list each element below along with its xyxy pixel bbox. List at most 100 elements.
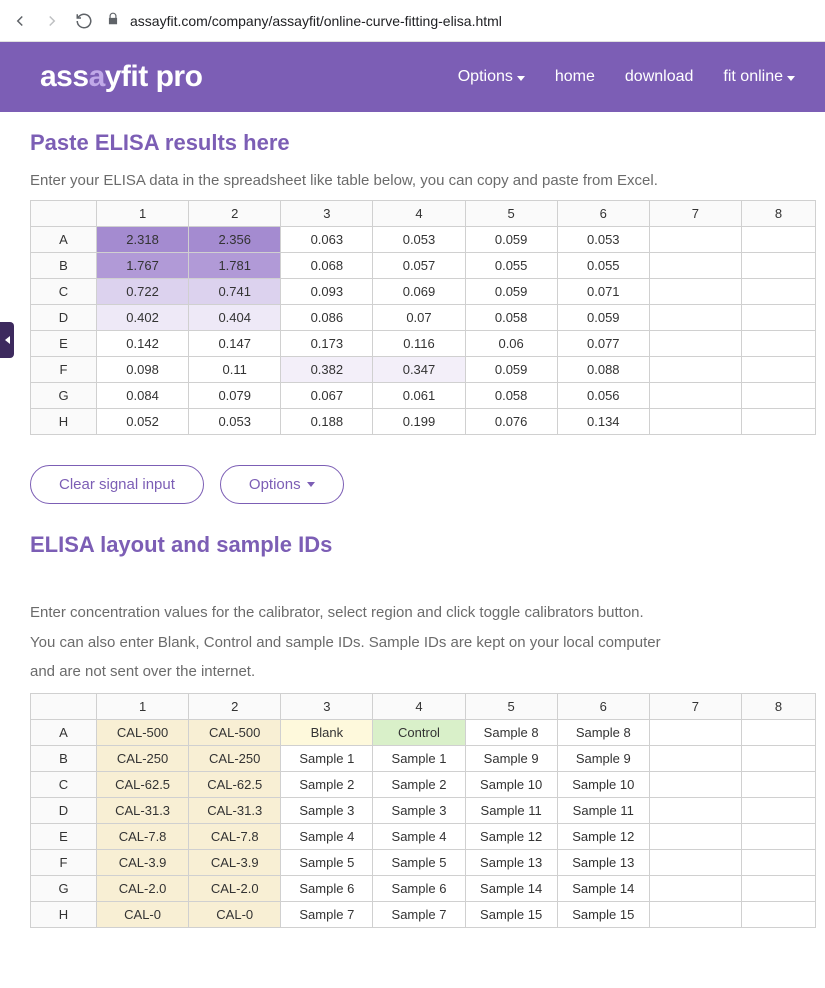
data-cell[interactable]: 0.116 [373,330,465,356]
layout-cell[interactable]: Sample 4 [281,824,373,850]
data-cell[interactable]: 0.063 [281,226,373,252]
layout-cell[interactable]: Sample 1 [373,746,465,772]
data-cell[interactable]: 0.134 [557,408,649,434]
col-header[interactable]: 2 [189,200,281,226]
layout-cell[interactable]: Control [373,720,465,746]
layout-cell[interactable]: Sample 9 [557,746,649,772]
data-cell[interactable]: 0.068 [281,252,373,278]
data-cell[interactable]: 0.077 [557,330,649,356]
data-cell[interactable]: 1.767 [97,252,189,278]
layout-cell[interactable] [649,772,741,798]
layout-cell[interactable]: Sample 5 [281,850,373,876]
row-header[interactable]: E [31,330,97,356]
layout-cell[interactable]: Sample 2 [373,772,465,798]
layout-cell[interactable] [649,798,741,824]
col-header[interactable]: 2 [189,694,281,720]
col-header[interactable]: 3 [281,694,373,720]
elisa-data-grid[interactable]: 12345678A2.3182.3560.0630.0530.0590.053B… [30,200,816,435]
col-header[interactable]: 8 [742,200,816,226]
col-header[interactable]: 3 [281,200,373,226]
data-cell[interactable] [742,408,816,434]
layout-cell[interactable]: CAL-0 [189,902,281,928]
layout-cell[interactable] [649,876,741,902]
data-cell[interactable]: 0.404 [189,304,281,330]
layout-cell[interactable]: CAL-0 [97,902,189,928]
data-cell[interactable]: 0.059 [465,226,557,252]
layout-cell[interactable] [649,850,741,876]
data-cell[interactable]: 0.142 [97,330,189,356]
nav-options[interactable]: Options [458,68,525,86]
back-button[interactable] [10,11,30,31]
col-header[interactable]: 5 [465,200,557,226]
options-button[interactable]: Options [220,465,344,504]
layout-cell[interactable]: Sample 1 [281,746,373,772]
col-header[interactable]: 7 [649,200,741,226]
nav-download[interactable]: download [625,68,694,86]
data-cell[interactable]: 0.07 [373,304,465,330]
row-header[interactable]: A [31,720,97,746]
layout-cell[interactable]: Sample 6 [281,876,373,902]
data-cell[interactable]: 0.088 [557,356,649,382]
row-header[interactable]: F [31,850,97,876]
col-header[interactable]: 6 [557,694,649,720]
layout-cell[interactable]: CAL-250 [97,746,189,772]
data-cell[interactable]: 0.188 [281,408,373,434]
col-header[interactable]: 5 [465,694,557,720]
data-cell[interactable]: 0.147 [189,330,281,356]
data-cell[interactable]: 1.781 [189,252,281,278]
data-cell[interactable]: 0.402 [97,304,189,330]
layout-cell[interactable]: CAL-2.0 [97,876,189,902]
data-cell[interactable]: 0.052 [97,408,189,434]
layout-cell[interactable]: Sample 14 [465,876,557,902]
layout-cell[interactable]: Sample 14 [557,876,649,902]
layout-cell[interactable]: Sample 8 [557,720,649,746]
layout-cell[interactable]: CAL-7.8 [189,824,281,850]
layout-cell[interactable]: Blank [281,720,373,746]
address-bar[interactable]: assayfit.com/company/assayfit/online-cur… [106,12,815,29]
data-cell[interactable]: 0.055 [465,252,557,278]
data-cell[interactable]: 0.057 [373,252,465,278]
data-cell[interactable]: 0.076 [465,408,557,434]
col-header[interactable]: 4 [373,200,465,226]
layout-cell[interactable]: Sample 7 [281,902,373,928]
data-cell[interactable] [742,356,816,382]
data-cell[interactable] [649,304,741,330]
data-cell[interactable]: 0.059 [465,356,557,382]
layout-cell[interactable] [742,824,816,850]
layout-cell[interactable]: Sample 12 [557,824,649,850]
layout-cell[interactable]: CAL-62.5 [97,772,189,798]
layout-cell[interactable]: CAL-31.3 [97,798,189,824]
col-header[interactable]: 4 [373,694,465,720]
row-header[interactable]: H [31,408,97,434]
row-header[interactable]: F [31,356,97,382]
layout-cell[interactable]: Sample 10 [557,772,649,798]
layout-cell[interactable]: Sample 6 [373,876,465,902]
layout-cell[interactable]: CAL-7.8 [97,824,189,850]
layout-cell[interactable]: Sample 3 [281,798,373,824]
row-header[interactable]: G [31,382,97,408]
data-cell[interactable]: 0.058 [465,382,557,408]
layout-cell[interactable]: Sample 15 [465,902,557,928]
data-cell[interactable]: 0.173 [281,330,373,356]
col-header[interactable]: 8 [742,694,816,720]
data-cell[interactable] [742,330,816,356]
layout-cell[interactable] [742,850,816,876]
data-cell[interactable] [649,252,741,278]
layout-cell[interactable]: Sample 3 [373,798,465,824]
data-cell[interactable]: 0.058 [465,304,557,330]
data-cell[interactable]: 2.318 [97,226,189,252]
data-cell[interactable] [649,226,741,252]
layout-cell[interactable] [742,772,816,798]
data-cell[interactable] [742,382,816,408]
col-header[interactable]: 7 [649,694,741,720]
data-cell[interactable] [742,304,816,330]
row-header[interactable]: C [31,278,97,304]
data-cell[interactable]: 0.079 [189,382,281,408]
data-cell[interactable]: 2.356 [189,226,281,252]
nav-fit-online[interactable]: fit online [723,68,795,86]
layout-cell[interactable]: CAL-250 [189,746,281,772]
data-cell[interactable]: 0.347 [373,356,465,382]
data-cell[interactable] [649,278,741,304]
data-cell[interactable] [742,278,816,304]
data-cell[interactable]: 0.053 [189,408,281,434]
